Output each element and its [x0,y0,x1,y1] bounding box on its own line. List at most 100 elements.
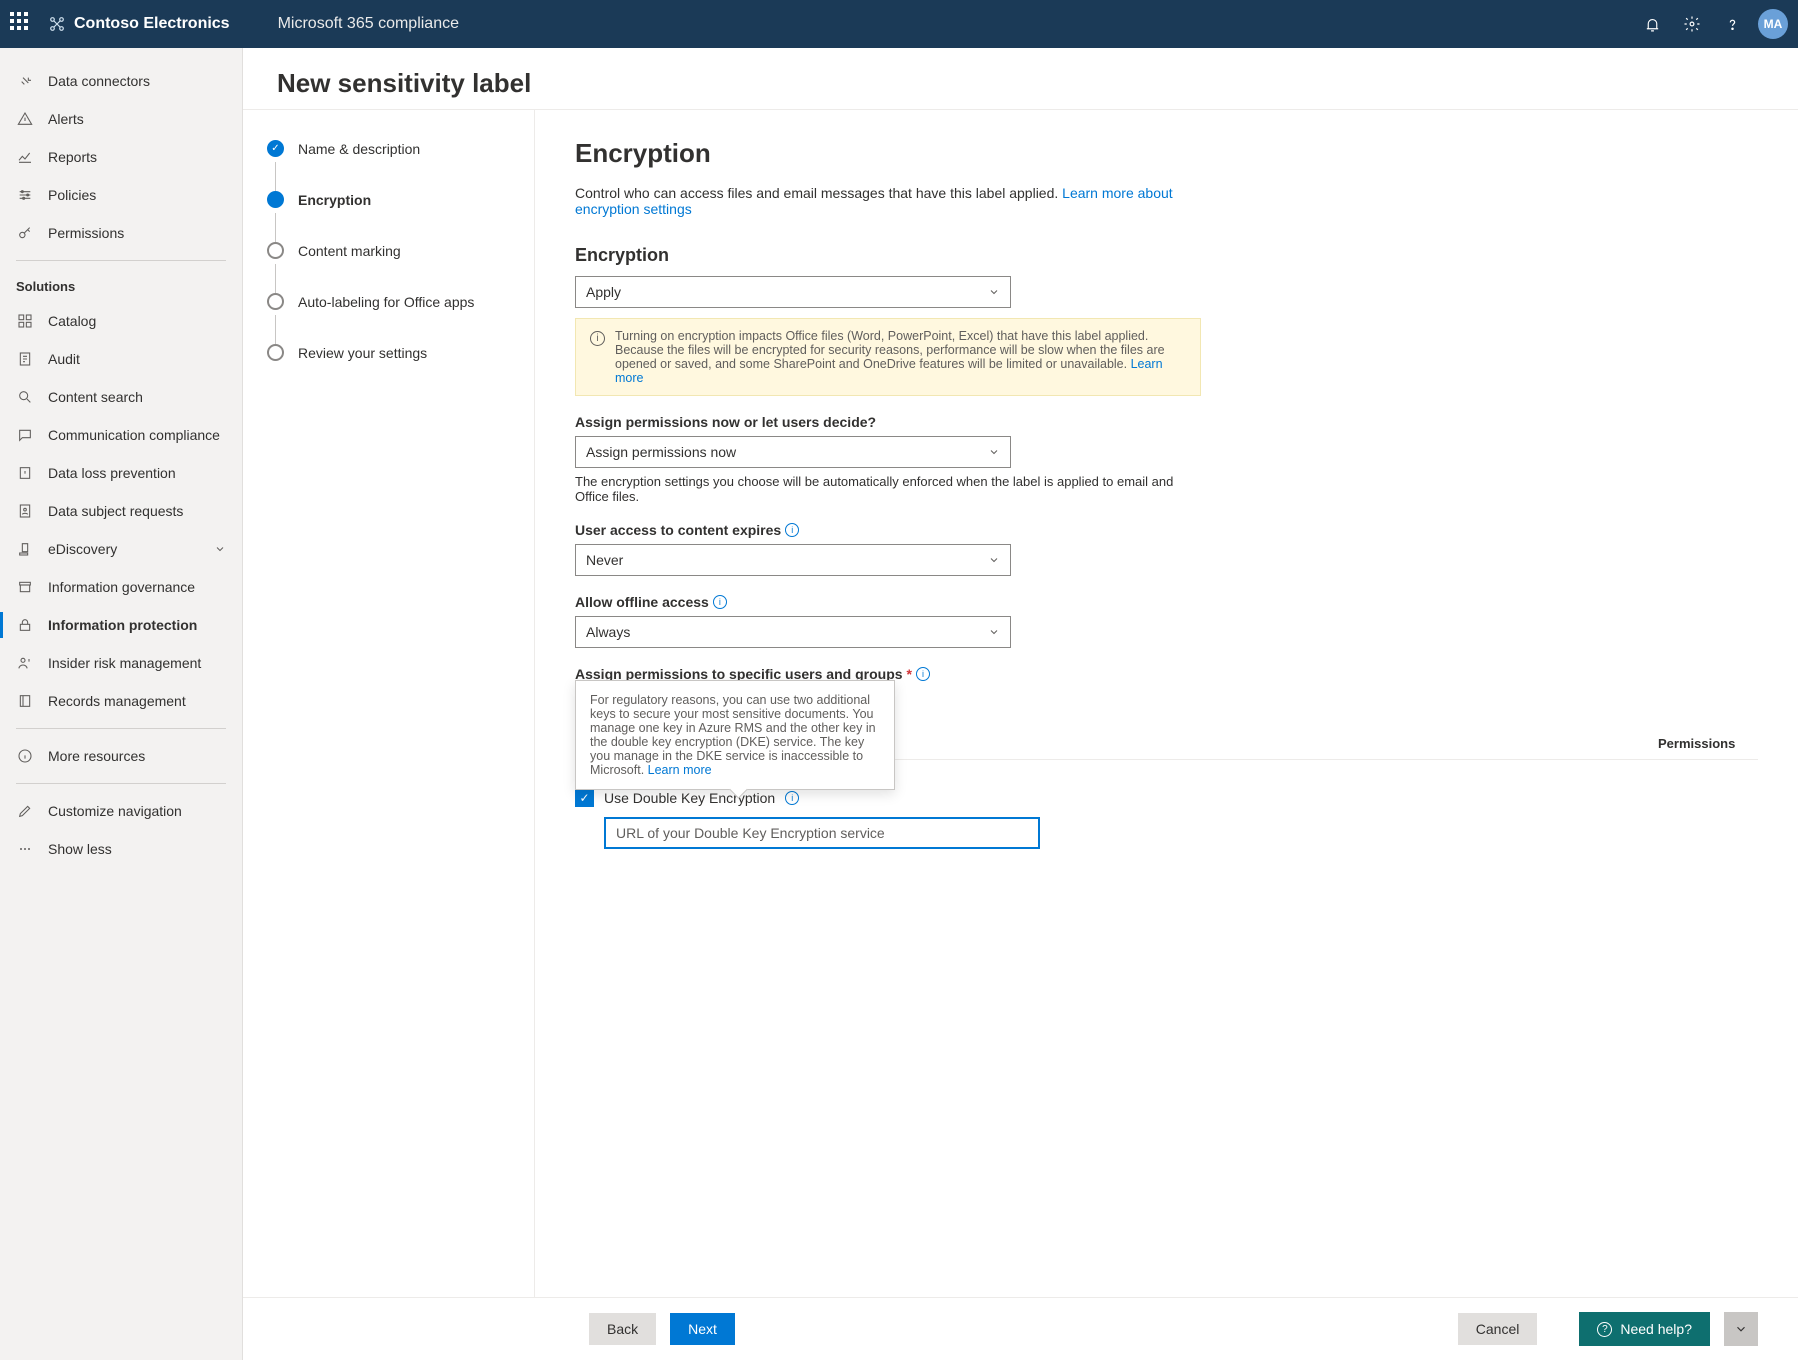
user-access-expires-label: User access to content expires i [575,522,1758,538]
nav-label: Reports [48,149,97,165]
people-risk-icon [16,654,34,672]
assign-permissions-label: Assign permissions now or let users deci… [575,414,1758,430]
dke-checkbox[interactable]: ✓ [575,788,594,807]
nav-ediscovery[interactable]: eDiscovery [0,530,242,568]
step-pending-icon [267,293,284,310]
records-icon [16,692,34,710]
dropdown-value: Never [586,552,623,568]
nav-divider [16,728,226,729]
search-icon [16,388,34,406]
nav-label: Show less [48,841,112,857]
step-current-icon [267,191,284,208]
step-label: Auto-labeling for Office apps [298,294,474,310]
user-avatar[interactable]: MA [1758,9,1788,39]
nav-show-less[interactable]: Show less [0,830,242,868]
encryption-apply-dropdown[interactable]: Apply [575,276,1011,308]
nav-label: Information protection [48,617,197,633]
nav-customize[interactable]: Customize navigation [0,792,242,830]
nav-reports[interactable]: Reports [0,138,242,176]
wizard-steps: ✓ Name & description Encryption Content … [243,110,535,1360]
dke-checkbox-row: ✓ Use Double Key Encryption i [575,788,1758,807]
permissions-column-header: Permissions [1658,736,1758,751]
cancel-button[interactable]: Cancel [1458,1313,1538,1345]
tooltip-learn-more-link[interactable]: Learn more [648,763,712,777]
info-icon[interactable]: i [785,791,799,805]
user-access-expires-dropdown[interactable]: Never [575,544,1011,576]
archive-icon [16,578,34,596]
nav-records[interactable]: Records management [0,682,242,720]
lock-icon [16,616,34,634]
gavel-icon [16,540,34,558]
step-pending-icon [267,242,284,259]
nav-label: Data loss prevention [48,465,176,481]
nav-label: Customize navigation [48,803,182,819]
product-name: Microsoft 365 compliance [278,15,459,33]
offline-access-dropdown[interactable]: Always [575,616,1011,648]
pencil-icon [16,802,34,820]
nav-label: Records management [48,693,186,709]
dropdown-value: Apply [586,284,621,300]
nav-divider [16,783,226,784]
need-help-expand[interactable] [1724,1312,1758,1346]
chevron-down-icon [988,626,1000,638]
nav-alerts[interactable]: Alerts [0,100,242,138]
settings-icon[interactable] [1672,0,1712,48]
nav-content-search[interactable]: Content search [0,378,242,416]
main-pane: New sensitivity label ✓ Name & descripti… [243,48,1798,1360]
assign-permissions-dropdown[interactable]: Assign permissions now [575,436,1011,468]
nav-label: Content search [48,389,143,405]
step-pending-icon [267,344,284,361]
nav-label: Insider risk management [48,655,201,671]
next-button[interactable]: Next [670,1313,735,1345]
dropdown-value: Always [586,624,630,640]
top-header: Contoso Electronics Microsoft 365 compli… [0,0,1798,48]
chevron-down-icon [988,554,1000,566]
wizard-header: New sensitivity label [243,48,1798,109]
app-launcher-icon[interactable] [10,12,34,36]
encryption-subheader: Encryption [575,245,1758,266]
info-icon[interactable]: i [713,595,727,609]
nav-dsr[interactable]: Data subject requests [0,492,242,530]
step-name-description[interactable]: ✓ Name & description [267,140,522,157]
nav-info-protection[interactable]: Information protection [0,606,242,644]
step-content-marking[interactable]: Content marking [267,242,522,259]
nav-label: Catalog [48,313,96,329]
step-label: Encryption [298,192,371,208]
nav-info-governance[interactable]: Information governance [0,568,242,606]
chevron-down-icon [214,543,226,555]
info-circle-icon [16,747,34,765]
section-title: Encryption [575,138,1758,169]
plug-icon [16,72,34,90]
dke-tooltip: For regulatory reasons, you can use two … [575,680,895,790]
nav-policies[interactable]: Policies [0,176,242,214]
help-icon[interactable] [1712,0,1752,48]
dke-url-input[interactable] [604,817,1040,849]
nav-dlp[interactable]: Data loss prevention [0,454,242,492]
brand-name: Contoso Electronics [74,15,230,33]
info-icon[interactable]: i [916,667,930,681]
offline-access-label: Allow offline access i [575,594,1758,610]
nav-label: Audit [48,351,80,367]
nav-label: Communication compliance [48,427,220,443]
chevron-down-icon [988,446,1000,458]
back-button[interactable]: Back [589,1313,656,1345]
help-circle-icon: ? [1597,1322,1612,1337]
nav-more-resources[interactable]: More resources [0,737,242,775]
step-auto-labeling[interactable]: Auto-labeling for Office apps [267,293,522,310]
nav-audit[interactable]: Audit [0,340,242,378]
nav-divider [16,260,226,261]
need-help-button[interactable]: ? Need help? [1579,1312,1710,1346]
step-label: Review your settings [298,345,427,361]
notifications-icon[interactable] [1632,0,1672,48]
more-icon [16,840,34,858]
nav-data-connectors[interactable]: Data connectors [0,62,242,100]
nav-insider-risk[interactable]: Insider risk management [0,644,242,682]
step-encryption[interactable]: Encryption [267,191,522,208]
nav-permissions[interactable]: Permissions [0,214,242,252]
left-navigation: Data connectors Alerts Reports Policies … [0,48,243,1360]
step-review[interactable]: Review your settings [267,344,522,361]
nav-catalog[interactable]: Catalog [0,302,242,340]
nav-communication-compliance[interactable]: Communication compliance [0,416,242,454]
info-icon[interactable]: i [785,523,799,537]
info-icon: i [590,331,605,346]
